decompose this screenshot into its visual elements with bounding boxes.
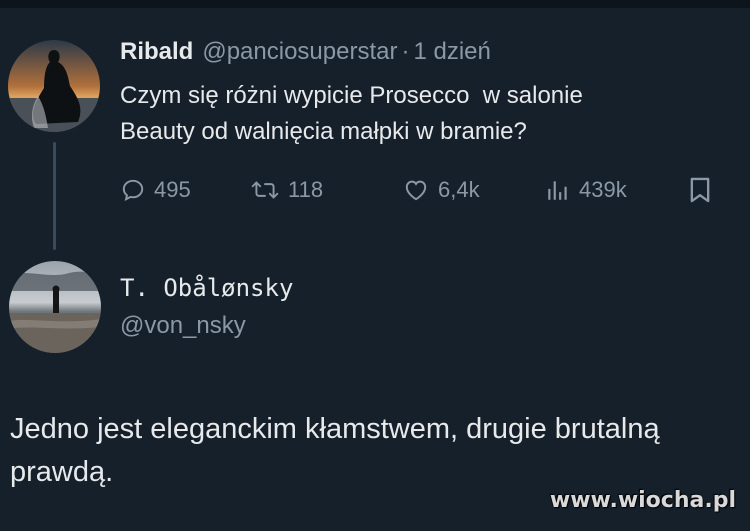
tweet-text: Czym się różni wypicie Prosecco w saloni… xyxy=(120,82,583,145)
author-name[interactable]: Ribald xyxy=(120,38,193,66)
like-count: 6,4k xyxy=(438,177,480,202)
reply-author-handle[interactable]: @von_nsky xyxy=(120,312,246,340)
screenshot: Ribald @panciosuperstar · 1 dzień Czym s… xyxy=(0,0,750,531)
avatar-ribald[interactable] xyxy=(8,40,100,132)
heart-icon xyxy=(405,180,427,201)
author-handle[interactable]: @panciosuperstar xyxy=(202,38,397,66)
reply-count: 495 xyxy=(154,177,191,202)
retweet-count: 118 xyxy=(288,177,324,202)
tweet-header: Ribald @panciosuperstar · 1 dzień xyxy=(120,38,491,66)
reply-author-name[interactable]: T. Obålønsky xyxy=(120,274,293,302)
tweet-actions: 495 118 6,4k 439k xyxy=(120,170,720,210)
reply-text: Jedno jest eleganckim kłamstwem, drugie … xyxy=(10,413,660,488)
top-strip xyxy=(0,0,750,8)
tweet-time[interactable]: 1 dzień xyxy=(413,38,490,66)
retweet-icon xyxy=(251,181,279,199)
bookmark-icon xyxy=(690,177,710,203)
reply-button[interactable]: 495 xyxy=(120,177,191,203)
views-chart-icon xyxy=(548,181,567,200)
bookmark-button[interactable] xyxy=(688,176,712,204)
like-button[interactable]: 6,4k xyxy=(402,177,480,203)
views-count: 439k xyxy=(579,177,627,202)
separator-dot: · xyxy=(401,38,410,65)
views-button[interactable]: 439k xyxy=(545,177,627,203)
thread-line xyxy=(53,142,56,250)
reply-icon xyxy=(122,179,144,202)
watermark: www.wiocha.pl xyxy=(549,488,736,513)
avatar-obalonsky[interactable] xyxy=(9,261,101,353)
retweet-button[interactable]: 118 xyxy=(250,177,323,203)
